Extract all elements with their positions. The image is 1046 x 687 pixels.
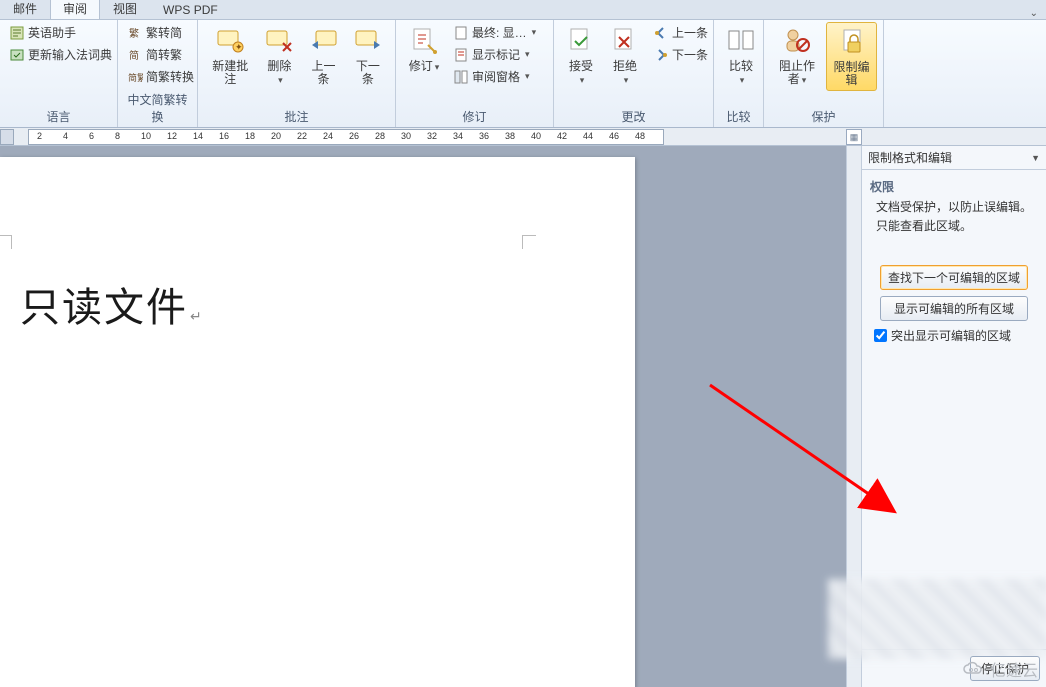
doc-icon [453, 25, 469, 41]
document-body-text: 只读文件↵ [20, 275, 204, 333]
group-protect-label: 保护 [770, 106, 877, 127]
review-pane-dropdown[interactable]: 审阅窗格▾ [450, 66, 539, 87]
pane-info-text: 只能查看此区域。 [876, 218, 1038, 235]
simp-to-trad-button[interactable]: 简 简转繁 [124, 44, 197, 65]
compare-button[interactable]: 比较▾ [720, 22, 762, 90]
simp-trad-convert-button[interactable]: 简繁 简繁转换 [124, 66, 197, 87]
minimize-ribbon-icon[interactable]: ⌄ [1026, 8, 1042, 19]
comment-prev-icon [308, 25, 340, 57]
book-icon [9, 25, 25, 41]
compare-icon [725, 25, 757, 57]
show-all-regions-button[interactable]: 显示可编辑的所有区域 [880, 296, 1028, 321]
svg-text:简繁: 简繁 [128, 72, 143, 83]
comment-delete-icon [263, 25, 295, 57]
workspace: 只读文件↵ 限制格式和编辑 ▼ 权限 文档受保护，以防止误编辑。 只能查看此区域… [0, 146, 1046, 687]
group-language-label: 语言 [6, 106, 111, 127]
block-icon [781, 25, 813, 57]
highlight-regions-checkbox[interactable]: 突出显示可编辑的区域 [874, 327, 1038, 344]
arrow-prev-icon [653, 25, 669, 41]
tab-mail[interactable]: 邮件 [0, 0, 50, 19]
tab-view[interactable]: 视图 [100, 0, 150, 19]
restrict-editing-button[interactable]: 限制编辑 [826, 22, 877, 91]
arrow-next-icon [653, 47, 669, 63]
new-comment-button[interactable]: ✦ 新建批注 [204, 22, 256, 89]
next-comment-button[interactable]: 下一条 [347, 22, 389, 89]
ruler-corner [0, 129, 14, 145]
margin-mark-icon [0, 235, 12, 249]
svg-text:简: 简 [129, 49, 139, 62]
pane-dropdown-icon[interactable]: ▼ [1031, 153, 1040, 163]
show-markup-dropdown[interactable]: 显示标记▾ [450, 44, 539, 65]
block-authors-button[interactable]: 阻止作者▾ [770, 22, 824, 90]
svg-text:繁: 繁 [129, 27, 139, 40]
display-mode-dropdown[interactable]: 最终: 显…▾ [450, 22, 539, 43]
prev-comment-button[interactable]: 上一条 [302, 22, 344, 89]
ribbon: 英语助手 更新输入法词典 语言 繁 繁转简 简 简转繁 [0, 20, 1046, 128]
pane-toggle[interactable]: ▦ [846, 128, 1046, 146]
reject-button[interactable]: 拒绝▾ [604, 22, 646, 90]
group-tracking-label: 修订 [402, 106, 547, 127]
highlight-regions-input[interactable] [874, 329, 887, 342]
margin-mark-icon [522, 235, 536, 249]
prev-change-button[interactable]: 上一条 [650, 22, 711, 43]
track-changes-button[interactable]: 修订▾ [402, 22, 446, 77]
trad-to-simp-button[interactable]: 繁 繁转简 [124, 22, 197, 43]
delete-comment-button[interactable]: 删除▾ [258, 22, 300, 90]
ruler-scale: 2468101214161820222426283032343638404244… [28, 129, 664, 145]
pane-icon [453, 69, 469, 85]
convert-icon: 简 [127, 47, 143, 63]
accept-icon [565, 25, 597, 57]
pane-section-header: 权限 [870, 178, 1038, 195]
convert-icon: 简繁 [127, 69, 143, 85]
find-next-region-button[interactable]: 查找下一个可编辑的区域 [880, 265, 1028, 290]
restrict-editing-pane: 限制格式和编辑 ▼ 权限 文档受保护，以防止误编辑。 只能查看此区域。 查找下一… [862, 146, 1046, 687]
document-page: 只读文件↵ [0, 157, 635, 687]
pane-title: 限制格式和编辑 [868, 149, 952, 166]
comment-next-icon [352, 25, 384, 57]
group-changes-label: 更改 [560, 106, 707, 127]
tab-review[interactable]: 审阅 [50, 0, 100, 19]
convert-icon: 繁 [127, 25, 143, 41]
accept-button[interactable]: 接受▾ [560, 22, 602, 90]
svg-text:✦: ✦ [235, 42, 243, 52]
document-area[interactable]: 只读文件↵ [0, 146, 846, 687]
update-ime-button[interactable]: 更新输入法词典 [6, 44, 115, 65]
track-icon [408, 25, 440, 57]
group-convert-label: 中文简繁转换 [124, 89, 191, 127]
markup-icon [453, 47, 469, 63]
horizontal-ruler[interactable]: 2468101214161820222426283032343638404244… [0, 128, 1046, 146]
stop-protection-button[interactable]: 停止保护 [970, 656, 1040, 681]
ribbon-tabs: 邮件 审阅 视图 WPS PDF ⌄ [0, 0, 1046, 20]
pane-icon: ▦ [846, 129, 862, 145]
group-compare-label: 比较 [720, 106, 757, 127]
english-helper-button[interactable]: 英语助手 [6, 22, 115, 43]
group-comments-label: 批注 [204, 106, 389, 127]
comment-new-icon: ✦ [214, 25, 246, 57]
refresh-icon [9, 47, 25, 63]
lock-icon [836, 26, 868, 58]
reject-icon [609, 25, 641, 57]
blurred-region [828, 579, 1046, 659]
pane-info-text: 文档受保护，以防止误编辑。 [876, 199, 1038, 216]
next-change-button[interactable]: 下一条 [650, 44, 711, 65]
tab-wps-pdf[interactable]: WPS PDF [150, 0, 231, 19]
